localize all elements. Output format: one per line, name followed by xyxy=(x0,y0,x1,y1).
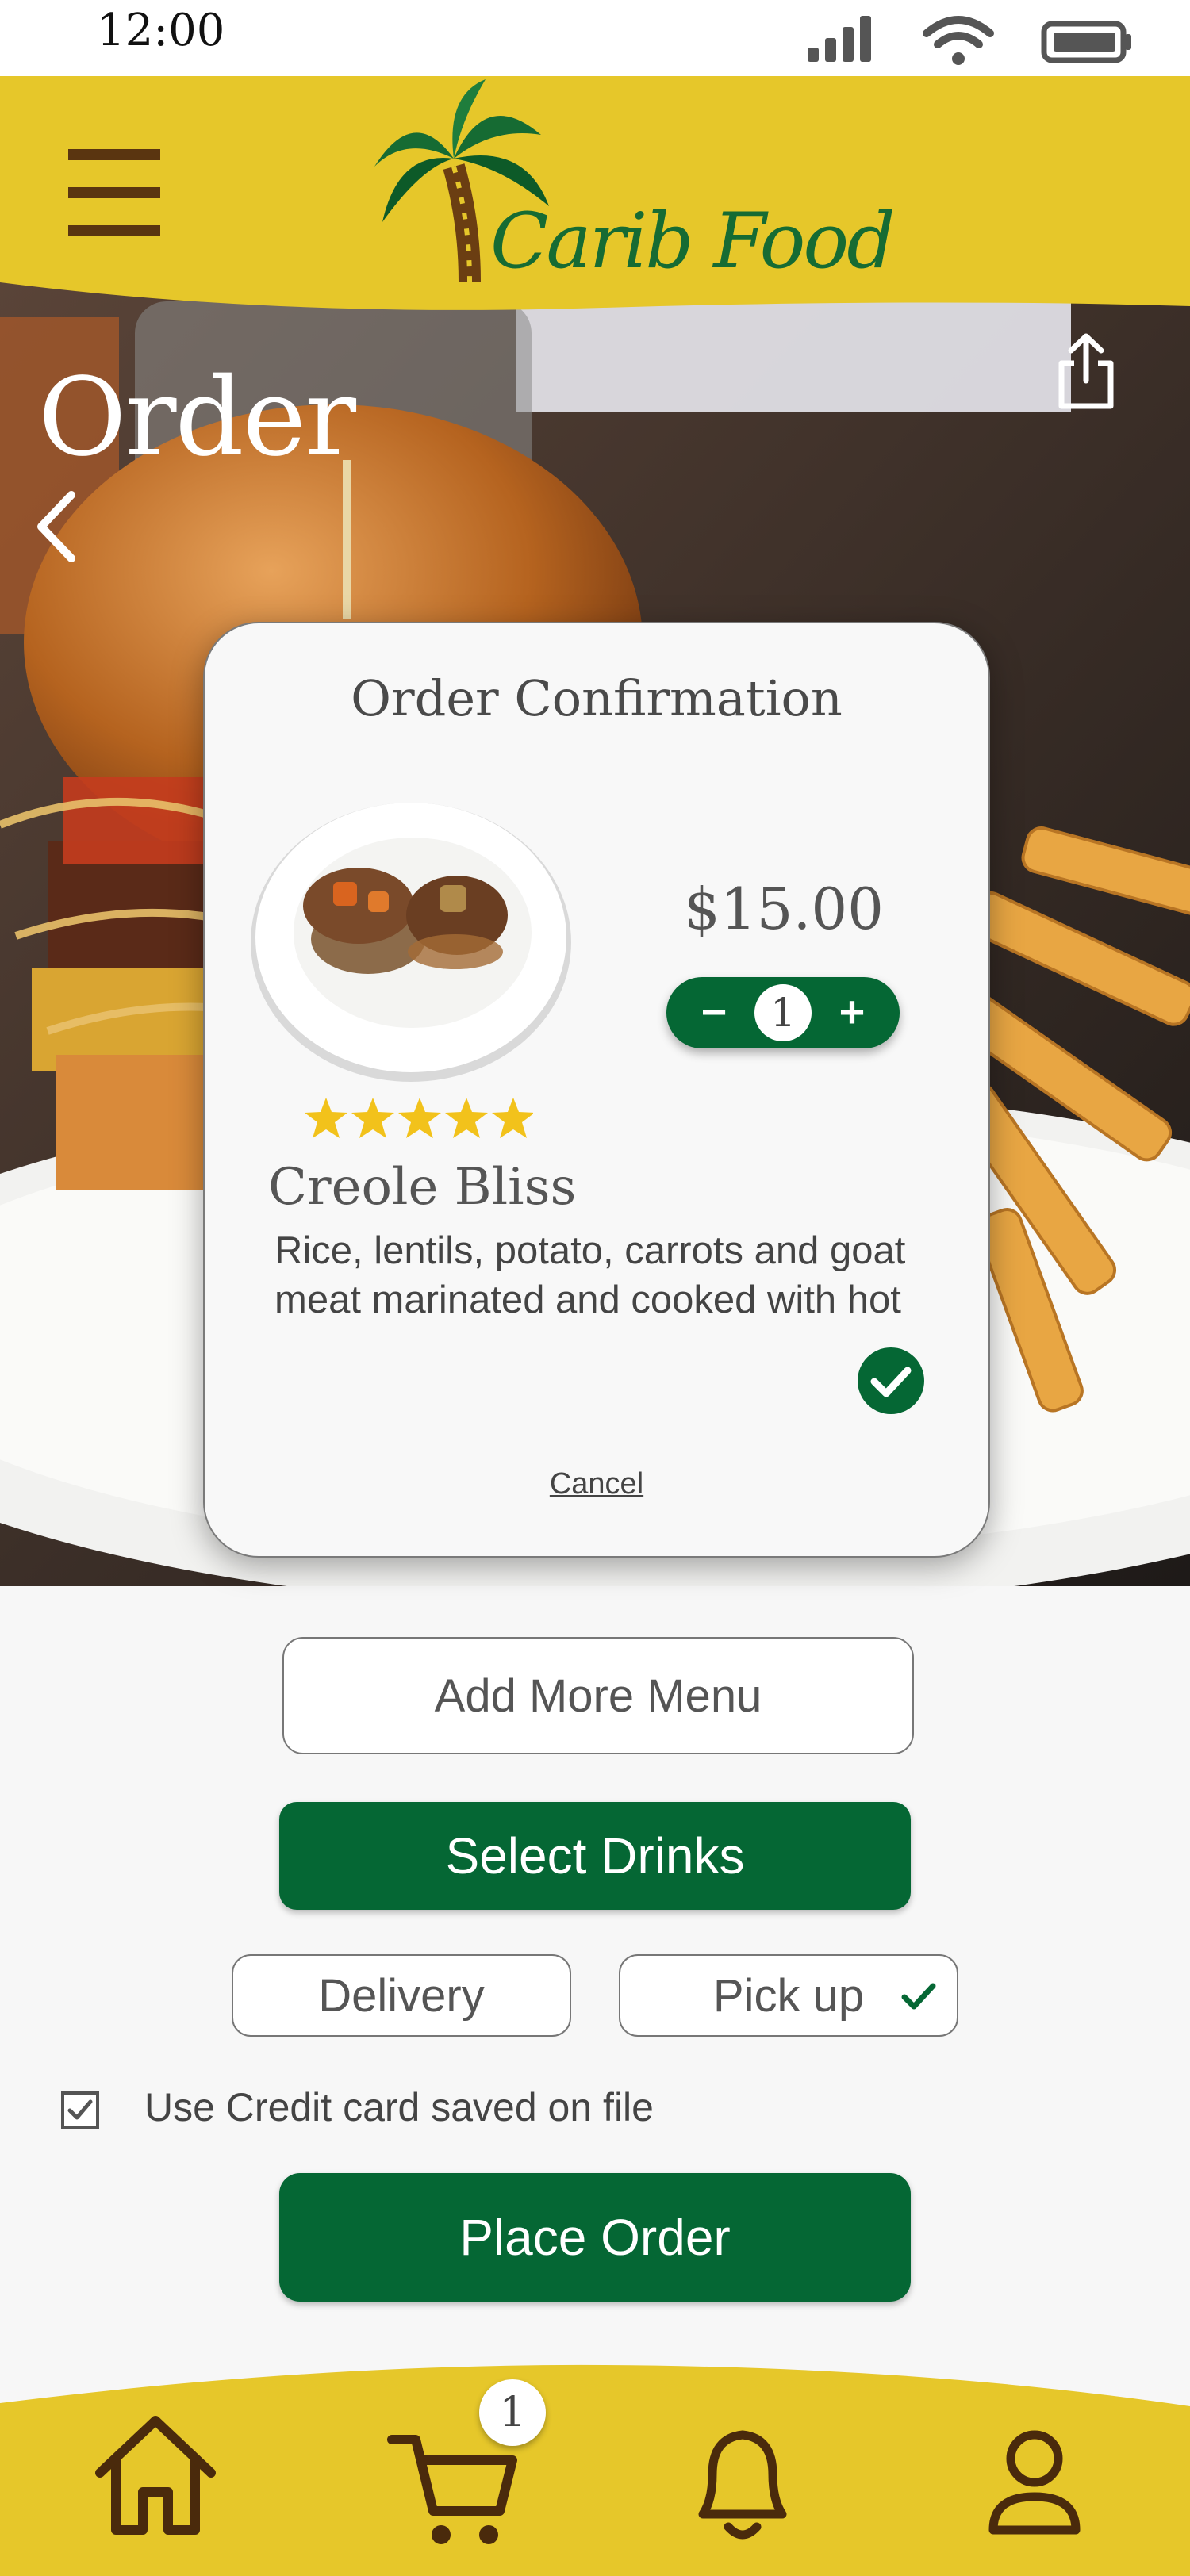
pickup-label: Pick up xyxy=(712,1969,865,2022)
pickup-option-button[interactable]: Pick up xyxy=(619,1954,958,2037)
dish-image xyxy=(251,803,571,1082)
select-drinks-button[interactable]: Select Drinks xyxy=(279,1802,911,1910)
cancel-link[interactable]: Cancel xyxy=(205,1467,988,1501)
rating-stars xyxy=(305,1098,533,1138)
order-confirmation-modal: Order Confirmation $15.00 − 1 + Creole B… xyxy=(203,622,990,1558)
star-icon xyxy=(445,1098,488,1138)
delivery-option-button[interactable]: Delivery xyxy=(232,1954,571,2037)
dish-description: Rice, lentils, potato, carrots and goat … xyxy=(274,1226,973,1324)
share-icon[interactable] xyxy=(1055,332,1117,411)
star-icon xyxy=(351,1098,394,1138)
credit-card-label: Use Credit card saved on file xyxy=(144,2085,654,2129)
status-bar: 12:00 xyxy=(0,0,1190,76)
confirm-check-icon[interactable] xyxy=(857,1347,925,1415)
profile-icon[interactable] xyxy=(963,2411,1106,2554)
home-icon[interactable] xyxy=(84,2403,227,2546)
description-line: Rice, lentils, potato, carrots and goat xyxy=(274,1229,906,1272)
hamburger-icon xyxy=(68,149,160,236)
place-order-button[interactable]: Place Order xyxy=(279,2173,911,2302)
quantity-stepper: − 1 + xyxy=(666,977,900,1048)
brand-name: Carib Food xyxy=(490,197,896,286)
increase-quantity-button[interactable]: + xyxy=(828,977,876,1048)
page-title: Order xyxy=(38,355,356,481)
status-time: 12:00 xyxy=(97,5,225,56)
cart-count-badge: 1 xyxy=(479,2379,546,2446)
quantity-value: 1 xyxy=(754,984,812,1041)
bell-icon[interactable] xyxy=(671,2411,814,2554)
modal-title: Order Confirmation xyxy=(351,669,843,727)
add-more-menu-button[interactable]: Add More Menu xyxy=(282,1637,914,1754)
star-icon xyxy=(305,1098,347,1138)
star-icon xyxy=(398,1098,441,1138)
back-chevron-icon[interactable] xyxy=(32,489,79,565)
description-line: meat marinated and cooked with hot xyxy=(274,1278,901,1321)
battery-icon xyxy=(1041,21,1131,63)
wifi-icon xyxy=(923,16,994,65)
checkmark-icon xyxy=(901,1983,936,2010)
signal-icon xyxy=(808,16,871,62)
decrease-quantity-button[interactable]: − xyxy=(690,977,738,1048)
menu-button[interactable] xyxy=(67,146,162,241)
price: $15.00 xyxy=(684,876,884,942)
star-icon xyxy=(492,1098,533,1138)
dish-name: Creole Bliss xyxy=(268,1158,577,1217)
credit-card-checkbox[interactable] xyxy=(60,2091,100,2130)
